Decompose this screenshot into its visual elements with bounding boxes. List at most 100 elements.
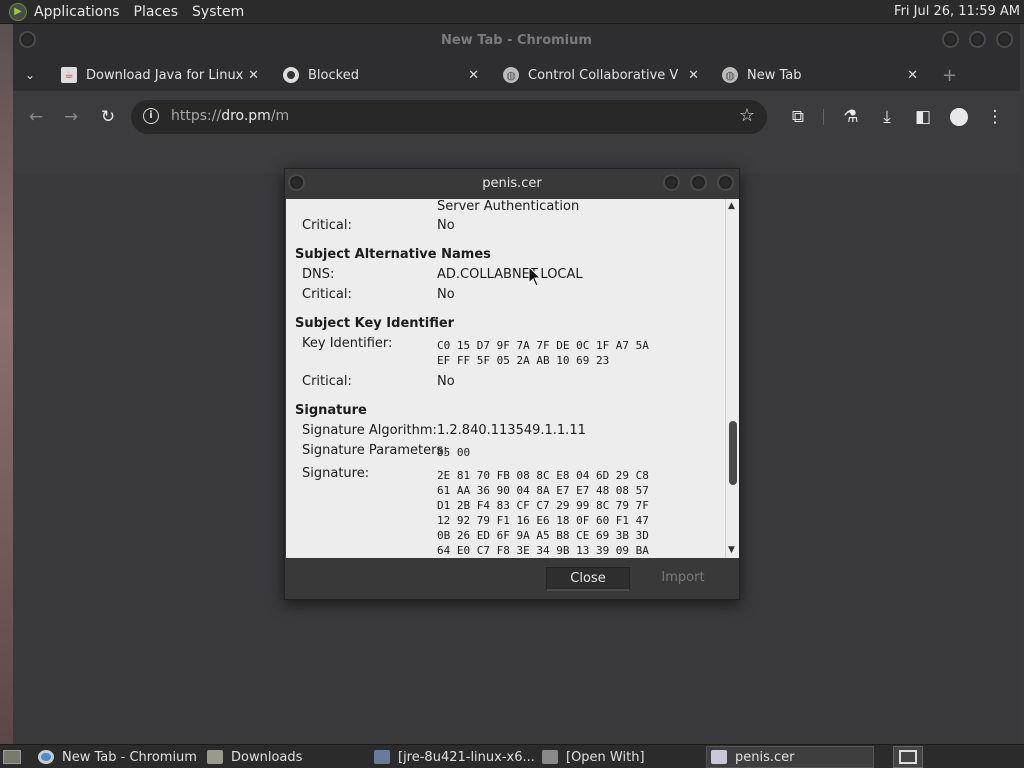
toolbar-divider <box>823 109 824 125</box>
dns-label: DNS: <box>302 267 335 282</box>
critical-label: Critical: <box>302 218 352 233</box>
show-desktop-button[interactable] <box>3 746 23 768</box>
chevron-down-icon: ⌄ <box>25 68 36 82</box>
dialog-maximize-icon[interactable] <box>690 174 707 191</box>
window-title-bar[interactable]: New Tab - Chromium <box>13 24 1020 56</box>
taskbar-item-archive[interactable]: [jre-8u421-linux-x6... <box>374 746 536 768</box>
back-icon[interactable]: ← <box>24 105 48 129</box>
minimize-icon[interactable] <box>942 31 959 48</box>
certificate-dialog: penis.cer Server Authentication Critical… <box>284 168 740 600</box>
critical-value: No <box>437 287 455 302</box>
ski-heading: Subject Key Identifier <box>295 316 455 331</box>
window-menu-icon[interactable] <box>19 31 36 48</box>
browser-toolbar: ← → ↻ i https://dro.pm/m ☆ ⧉ ⚗ ⤓ ◧ ⋮ <box>13 91 1020 143</box>
critical-value: No <box>437 218 455 233</box>
github-icon <box>283 67 299 83</box>
scrollbar-thumb[interactable] <box>729 421 737 485</box>
distro-logo-icon[interactable]: ▶ <box>9 2 27 21</box>
tab-search-button[interactable]: ⌄ <box>25 60 45 90</box>
desktop-icon <box>3 750 21 764</box>
bottom-taskbar: New Tab - Chromium Downloads [jre-8u421-… <box>0 744 1024 768</box>
signature-algorithm-value: 1.2.840.113549.1.1.11 <box>437 423 586 438</box>
close-tab-icon[interactable]: ✕ <box>248 68 259 83</box>
site-info-icon[interactable]: i <box>143 108 159 124</box>
import-button[interactable]: Import <box>641 567 725 591</box>
close-tab-icon[interactable]: ✕ <box>468 68 479 83</box>
system-menu[interactable]: System <box>185 4 251 20</box>
dialog-title-bar[interactable]: penis.cer <box>285 169 739 199</box>
workspace-switcher[interactable] <box>893 746 923 768</box>
tab-label: Blocked <box>308 67 359 83</box>
desktop-background <box>0 24 13 744</box>
taskbar-item-chromium[interactable]: New Tab - Chromium <box>38 746 200 768</box>
taskbar-item-penis-cer[interactable]: penis.cer <box>706 746 874 768</box>
download-icon[interactable]: ⤓ <box>875 105 899 129</box>
details-scrollbar[interactable]: ▲ ▼ <box>725 199 739 558</box>
maximize-icon[interactable] <box>969 31 986 48</box>
globe-icon: ◍ <box>722 67 738 83</box>
applications-menu[interactable]: Applications <box>27 4 127 20</box>
taskbar-item-downloads[interactable]: Downloads <box>207 746 367 768</box>
key-identifier-value: C0 15 D7 9F 7A 7F DE 0C 1F A7 5A EF FF 5… <box>437 339 649 367</box>
chromium-icon <box>38 750 54 764</box>
tab-blocked[interactable]: Blocked ✕ <box>283 60 479 90</box>
signature-heading: Signature <box>295 403 367 418</box>
globe-icon: ◍ <box>503 67 519 83</box>
bookmark-star-icon[interactable]: ☆ <box>739 105 755 126</box>
tab-label: Control Collaborative Virt <box>528 67 678 83</box>
tab-download-java[interactable]: ☕ Download Java for Linux ✕ <box>61 60 259 90</box>
tab-label: New Tab <box>747 67 802 83</box>
reload-icon[interactable]: ↻ <box>96 105 120 129</box>
mouse-pointer-icon <box>528 266 542 287</box>
workspace-icon <box>899 750 917 764</box>
tab-control-collaborative[interactable]: ◍ Control Collaborative Virt ✕ <box>503 60 699 90</box>
dialog-title: penis.cer <box>482 176 542 191</box>
panel-clock[interactable]: Fri Jul 26, 11:59 AM <box>894 4 1020 19</box>
critical-value: No <box>437 374 455 389</box>
close-tab-icon[interactable]: ✕ <box>907 68 918 83</box>
plus-icon: + <box>942 64 958 86</box>
window-icon <box>711 750 727 764</box>
places-menu[interactable]: Places <box>127 4 186 20</box>
address-bar[interactable]: i https://dro.pm/m ☆ <box>131 100 767 134</box>
taskbar-item-open-with[interactable]: [Open With] <box>542 746 702 768</box>
close-window-icon[interactable] <box>996 31 1013 48</box>
dialog-close-icon[interactable] <box>717 174 734 191</box>
dialog-menu-icon[interactable] <box>288 174 305 191</box>
labs-flask-icon[interactable]: ⚗ <box>839 105 863 129</box>
taskbar-item-label: New Tab - Chromium <box>62 749 197 765</box>
scroll-up-icon[interactable]: ▲ <box>728 201 735 211</box>
forward-icon[interactable]: → <box>59 105 83 129</box>
scroll-down-icon[interactable]: ▼ <box>728 545 735 555</box>
window-icon <box>542 750 558 764</box>
new-tab-button[interactable]: + <box>942 60 958 90</box>
tab-label: Download Java for Linux <box>86 67 244 83</box>
critical-label: Critical: <box>302 287 352 302</box>
profile-icon[interactable] <box>947 105 971 129</box>
dns-value: AD.COLLABNET.LOCAL <box>437 267 583 282</box>
signature-parameters-label: Signature Parameters: <box>302 443 448 458</box>
dialog-minimize-icon[interactable] <box>663 174 680 191</box>
signature-label: Signature: <box>302 466 370 481</box>
key-identifier-label: Key Identifier: <box>302 336 393 351</box>
url-text[interactable]: https://dro.pm/m <box>171 108 289 124</box>
java-icon: ☕ <box>61 67 77 83</box>
archive-icon <box>374 750 390 764</box>
signature-value: 2E 81 70 FB 08 8C E8 04 6D 29 C8 61 AA 3… <box>437 469 649 557</box>
tab-new-tab[interactable]: ◍ New Tab ✕ <box>722 60 918 90</box>
close-tab-icon[interactable]: ✕ <box>688 68 699 83</box>
signature-parameters-value: 05 00 <box>437 446 471 459</box>
menu-kebab-icon[interactable]: ⋮ <box>983 105 1007 129</box>
taskbar-item-label: Downloads <box>231 749 303 765</box>
side-panel-icon[interactable]: ◧ <box>911 105 935 129</box>
taskbar-item-label: [Open With] <box>566 749 645 765</box>
eku-value: Server Authentication <box>437 199 580 214</box>
certificate-details-view[interactable]: Server Authentication Critical: No Subje… <box>286 199 725 558</box>
folder-icon <box>207 750 223 764</box>
tab-strip: ⌄ ☕ Download Java for Linux ✕ Blocked ✕ … <box>13 56 1020 91</box>
extensions-icon[interactable]: ⧉ <box>786 105 810 129</box>
critical-label: Critical: <box>302 374 352 389</box>
close-button[interactable]: Close <box>546 567 630 591</box>
signature-algorithm-label: Signature Algorithm: <box>302 423 437 438</box>
taskbar-item-label: [jre-8u421-linux-x6... <box>398 749 535 765</box>
